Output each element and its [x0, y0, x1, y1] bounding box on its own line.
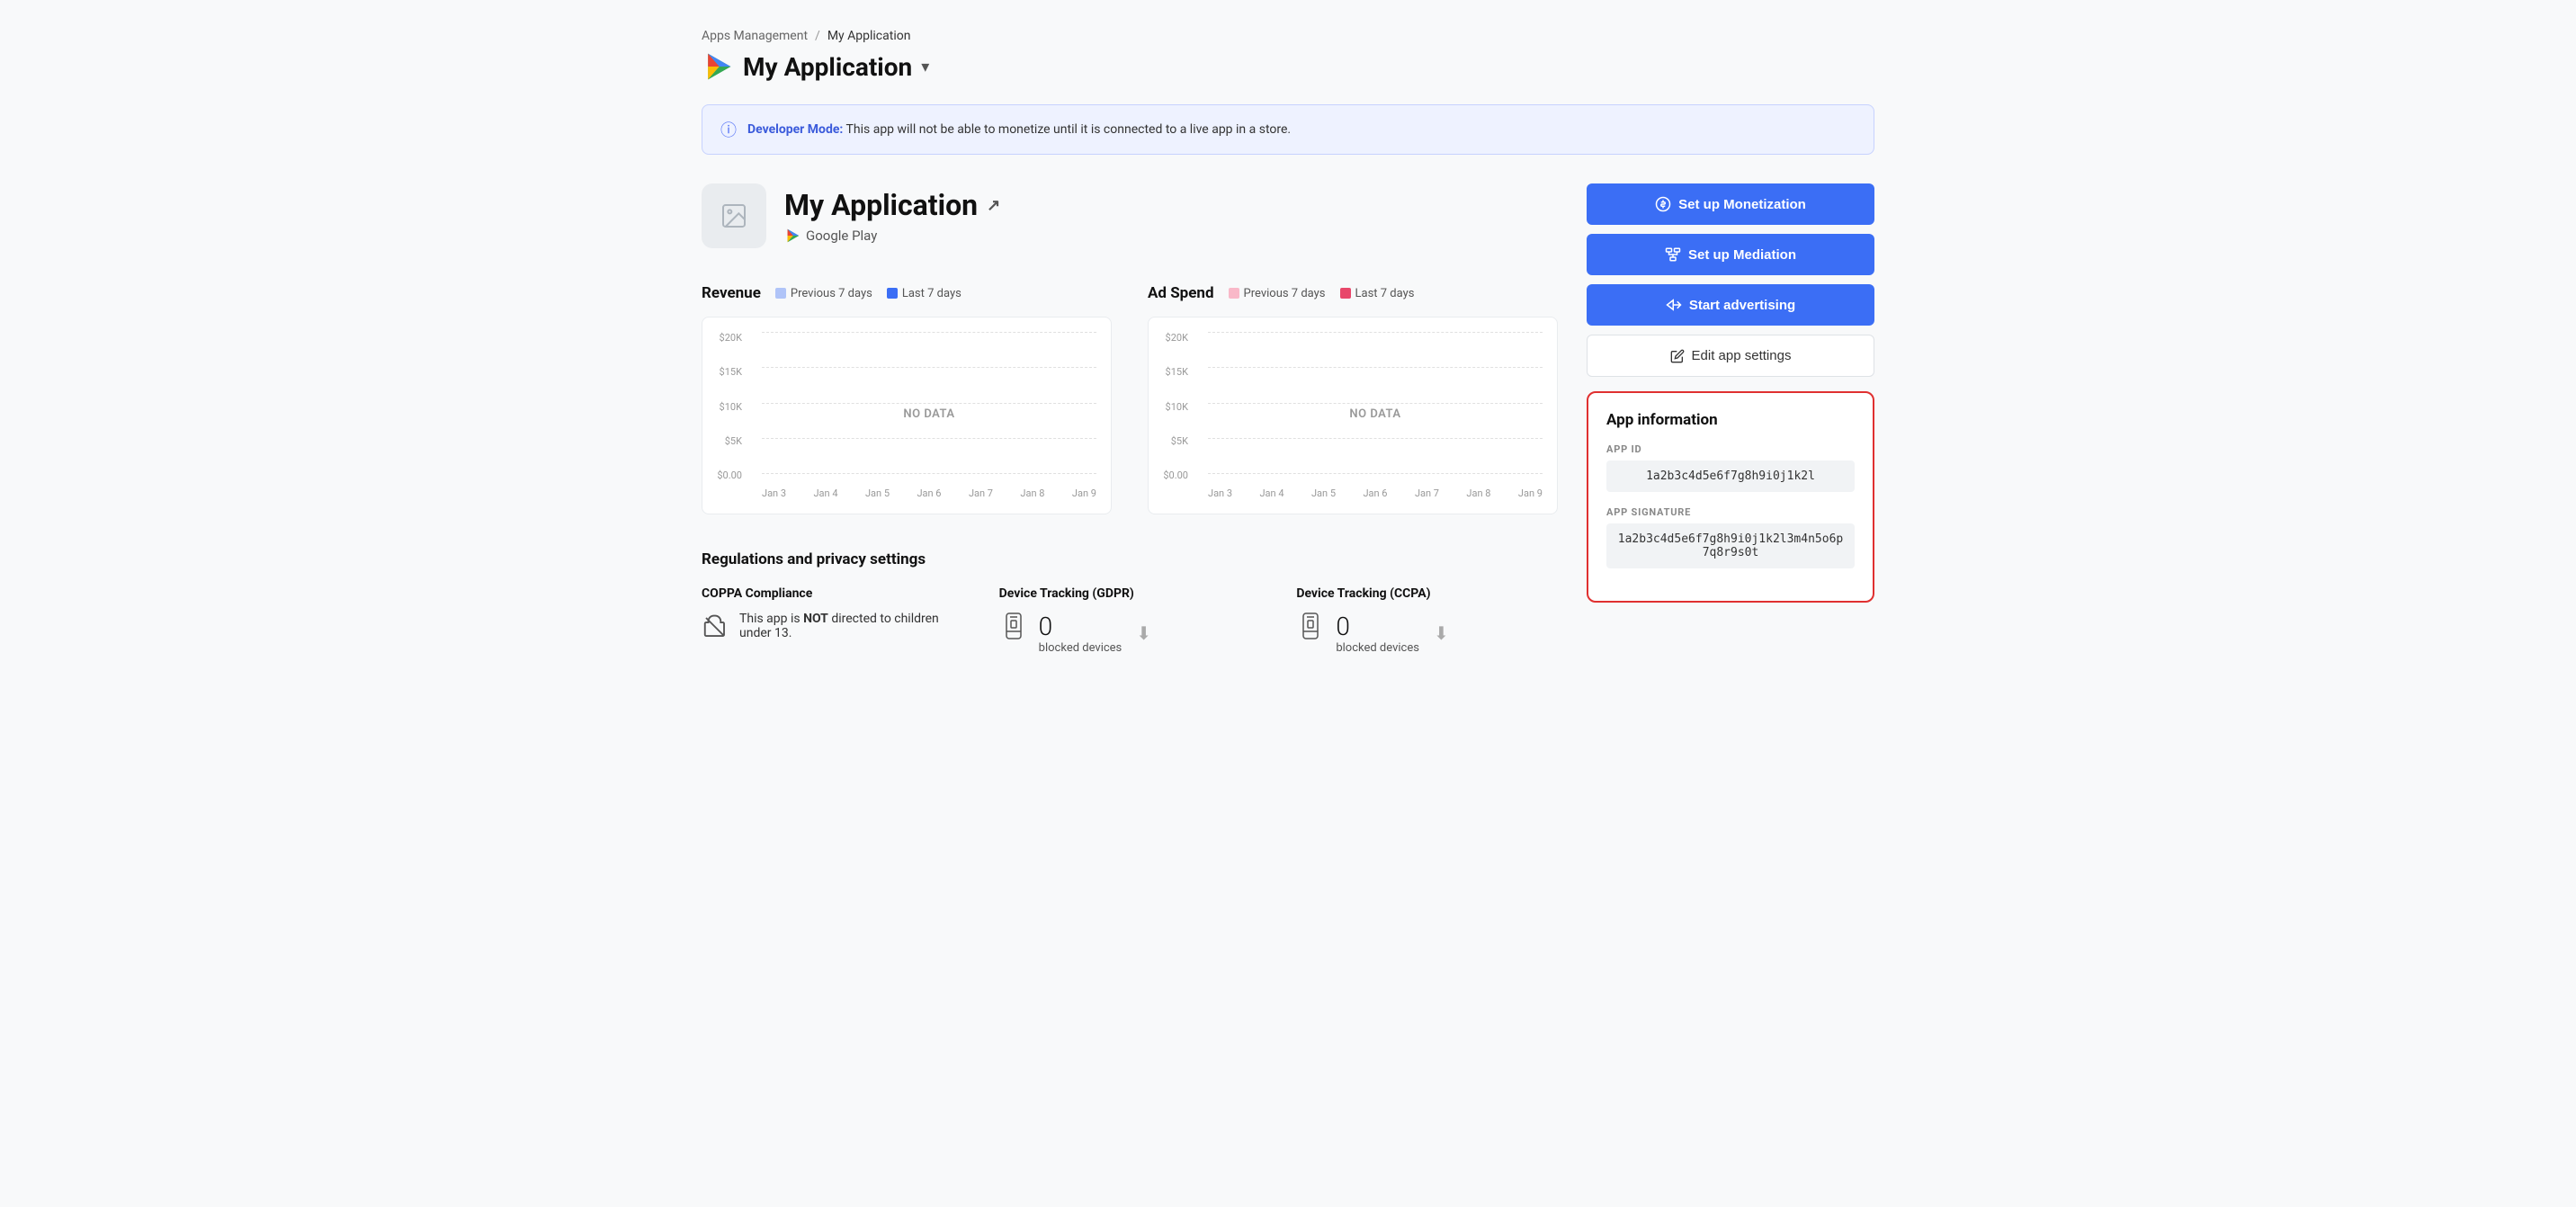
adspend-no-data: NO DATA [1349, 407, 1400, 421]
dev-banner-text: Developer Mode: This app will not be abl… [747, 122, 1291, 137]
breadcrumb-separator: / [815, 29, 820, 43]
ccpa-title: Device Tracking (CCPA) [1296, 586, 1558, 601]
revenue-chart-area: $20K $15K $10K $5K $0.00 [702, 317, 1112, 514]
revenue-chart-grid [762, 332, 1096, 474]
page-title: My Application [743, 52, 912, 82]
adspend-y-labels: $20K $15K $10K $5K $0.00 [1149, 332, 1188, 481]
platform-icon [784, 228, 801, 244]
gdpr-title: Device Tracking (GDPR) [999, 586, 1261, 601]
start-advertising-button[interactable]: Start advertising [1587, 284, 1874, 326]
gdpr-blocked-count: 0 blocked devices ⬇ [1039, 612, 1151, 655]
privacy-section-title: Regulations and privacy settings [702, 550, 1558, 568]
edit-app-settings-button[interactable]: Edit app settings [1587, 335, 1874, 377]
coppa-content: This app is NOT directed to children und… [702, 612, 963, 646]
revenue-prev-dot [775, 288, 786, 299]
adspend-chart-area: $20K $15K $10K $5K $0.00 [1148, 317, 1558, 514]
gdpr-label: blocked devices [1039, 641, 1123, 655]
app-header-section: My Application ↗ Google Play [702, 183, 1558, 248]
ccpa-item: Device Tracking (CCPA) 0 [1296, 586, 1558, 655]
left-content: My Application ↗ Google Play [702, 183, 1558, 655]
app-information-card: App information APP ID 1a2b3c4d5e6f7g8h9… [1587, 391, 1874, 603]
edit-icon [1670, 349, 1685, 363]
adspend-legend-last: Last 7 days [1340, 287, 1415, 300]
gdpr-content: 0 blocked devices ⬇ [999, 612, 1261, 655]
app-icon [702, 183, 766, 248]
app-id-value: 1a2b3c4d5e6f7g8h9i0j1k2l [1606, 460, 1855, 492]
coppa-title: COPPA Compliance [702, 586, 963, 601]
revenue-x-labels: Jan 3 Jan 4 Jan 5 Jan 6 Jan 7 Jan 8 Jan … [762, 487, 1096, 499]
setup-mediation-button[interactable]: Set up Mediation [1587, 234, 1874, 275]
app-dropdown-button[interactable]: ▾ [921, 58, 929, 76]
gdpr-item: Device Tracking (GDPR) 0 [999, 586, 1261, 655]
breadcrumb: Apps Management / My Application [702, 29, 1874, 43]
app-info: My Application ↗ Google Play [784, 188, 1000, 244]
revenue-last-dot [887, 288, 898, 299]
gdpr-count: 0 [1039, 612, 1123, 641]
coppa-item: COPPA Compliance This app is NOT directe… [702, 586, 963, 655]
app-signature-value: 1a2b3c4d5e6f7g8h9i0j1k2l3m4n5o6p7q8r9s0t [1606, 523, 1855, 568]
adspend-x-labels: Jan 3 Jan 4 Jan 5 Jan 6 Jan 7 Jan 8 Jan … [1208, 487, 1543, 499]
ccpa-phone-icon [1296, 612, 1325, 648]
breadcrumb-parent[interactable]: Apps Management [702, 29, 808, 43]
right-sidebar: Set up Monetization Set up Mediation S [1587, 183, 1874, 603]
google-play-icon [702, 50, 734, 83]
privacy-grid: COPPA Compliance This app is NOT directe… [702, 586, 1558, 655]
ccpa-label: blocked devices [1336, 641, 1419, 655]
setup-monetization-button[interactable]: Set up Monetization [1587, 183, 1874, 225]
revenue-legend-last: Last 7 days [887, 287, 962, 300]
revenue-no-data: NO DATA [903, 407, 954, 421]
mediation-icon [1665, 246, 1681, 263]
advertising-icon [1666, 297, 1682, 313]
adspend-chart-grid [1208, 332, 1543, 474]
revenue-chart-header: Revenue Previous 7 days Last 7 days [702, 284, 1112, 302]
adspend-last-dot [1340, 288, 1351, 299]
adspend-chart-title: Ad Spend [1148, 284, 1214, 302]
revenue-chart: Revenue Previous 7 days Last 7 days [702, 284, 1112, 514]
revenue-legend-prev: Previous 7 days [775, 287, 872, 300]
gdpr-download-icon[interactable]: ⬇ [1136, 622, 1151, 644]
ccpa-download-icon[interactable]: ⬇ [1434, 622, 1449, 644]
adspend-legend: Previous 7 days Last 7 days [1229, 287, 1415, 300]
info-icon: ⓘ [720, 118, 737, 141]
adspend-chart-header: Ad Spend Previous 7 days Last 7 days [1148, 284, 1558, 302]
breadcrumb-current: My Application [827, 29, 911, 43]
app-id-label: APP ID [1606, 443, 1855, 455]
app-name: My Application [784, 188, 978, 222]
revenue-y-labels: $20K $15K $10K $5K $0.00 [702, 332, 742, 481]
page-header: My Application ▾ [702, 50, 1874, 83]
external-link-icon[interactable]: ↗ [987, 196, 1000, 215]
main-layout: My Application ↗ Google Play [702, 183, 1874, 655]
privacy-section: Regulations and privacy settings COPPA C… [702, 550, 1558, 655]
ccpa-content: 0 blocked devices ⬇ [1296, 612, 1558, 655]
monetization-icon [1655, 196, 1671, 212]
adspend-chart-inner: NO DATA Jan 3 Jan 4 Jan 5 Jan 6 Jan 7 Ja… [1208, 332, 1543, 499]
gdpr-phone-icon [999, 612, 1028, 648]
app-signature-label: APP SIGNATURE [1606, 506, 1855, 518]
developer-mode-banner: ⓘ Developer Mode: This app will not be a… [702, 104, 1874, 155]
app-platform: Google Play [784, 228, 1000, 244]
revenue-chart-inner: NO DATA Jan 3 Jan 4 Jan 5 Jan 6 Jan 7 Ja… [762, 332, 1096, 499]
ccpa-count: 0 [1336, 612, 1419, 641]
coppa-text: This app is NOT directed to children und… [739, 612, 963, 640]
adspend-chart: Ad Spend Previous 7 days Last 7 days [1148, 284, 1558, 514]
charts-section: Revenue Previous 7 days Last 7 days [702, 284, 1558, 514]
ccpa-blocked-count: 0 blocked devices ⬇ [1336, 612, 1448, 655]
app-information-title: App information [1606, 411, 1855, 429]
adspend-legend-prev: Previous 7 days [1229, 287, 1326, 300]
revenue-legend: Previous 7 days Last 7 days [775, 287, 962, 300]
revenue-chart-title: Revenue [702, 284, 761, 302]
coppa-icon [702, 613, 729, 646]
adspend-prev-dot [1229, 288, 1239, 299]
